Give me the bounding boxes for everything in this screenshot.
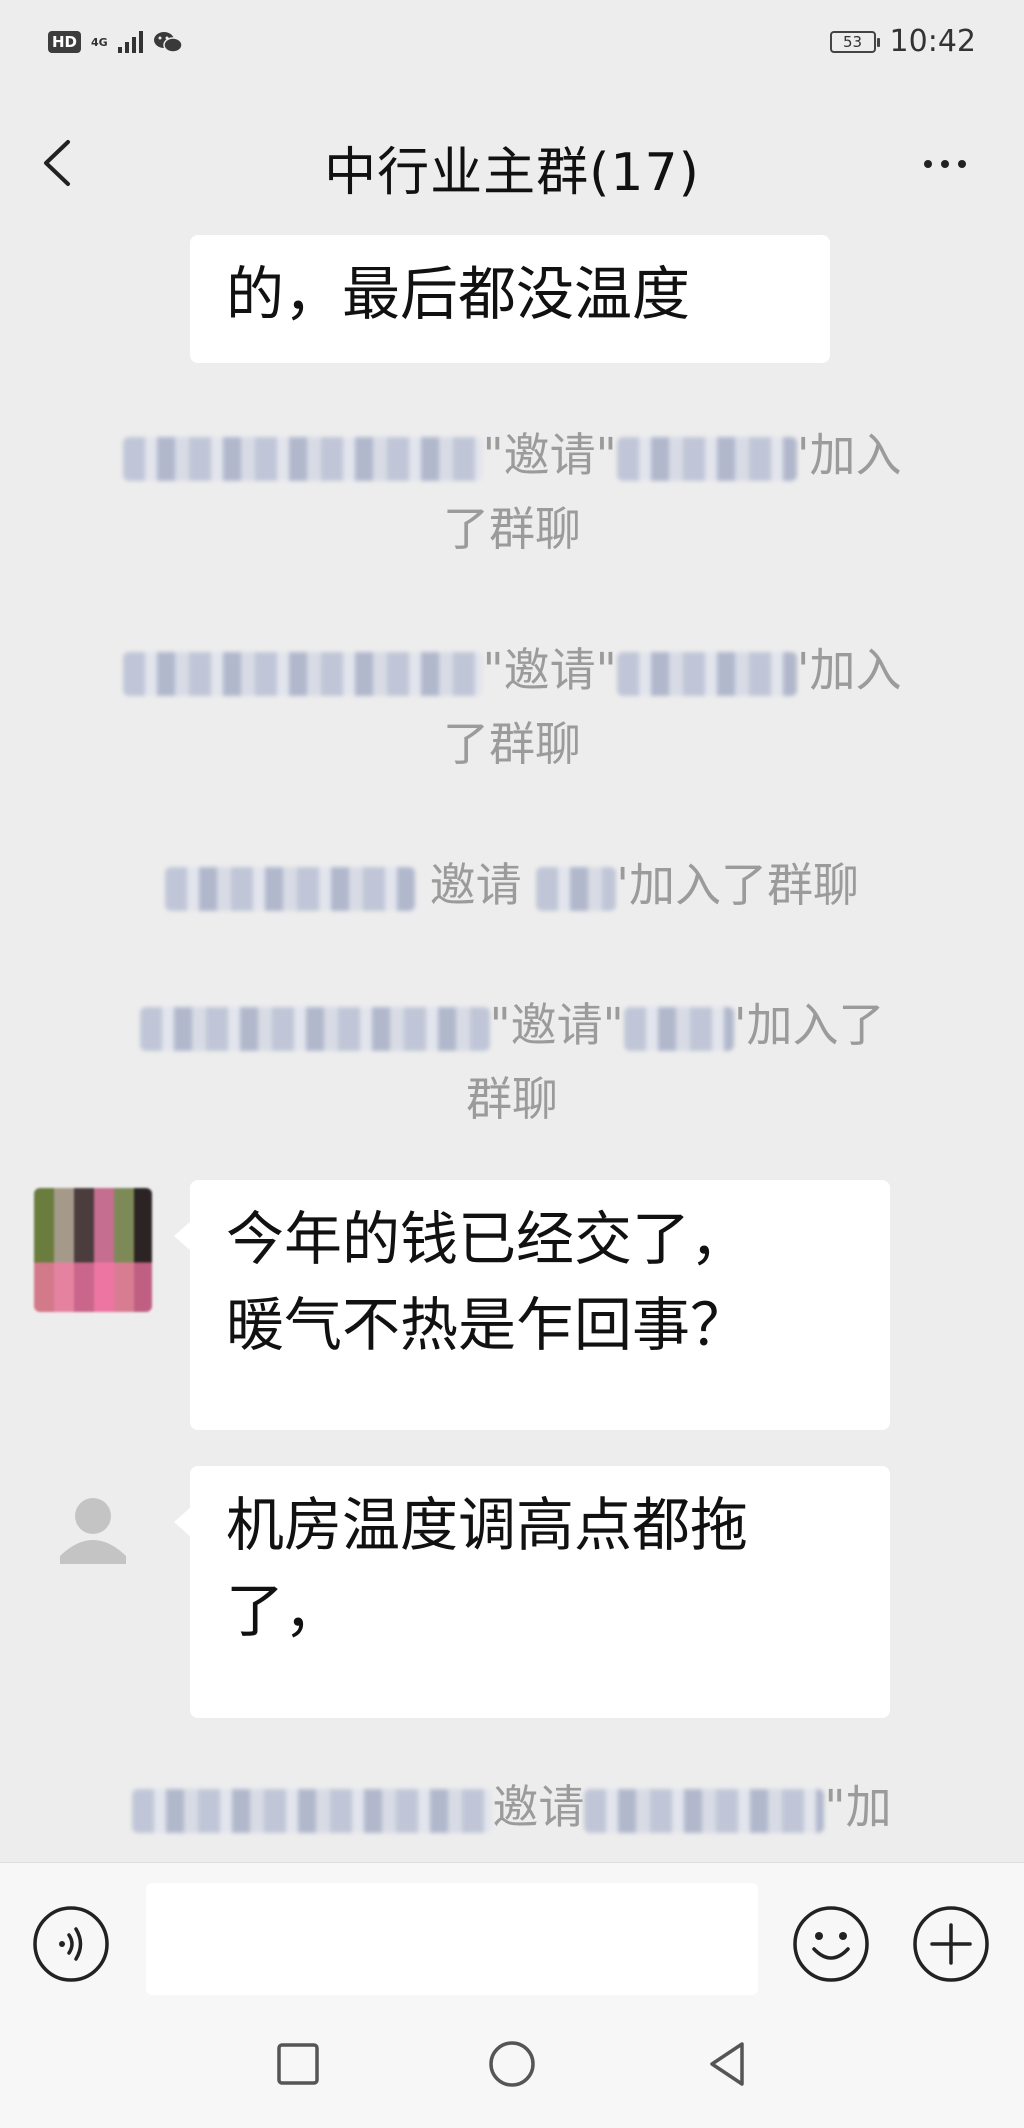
default-user-avatar[interactable] <box>34 1470 152 1594</box>
blurred-name <box>122 436 483 481</box>
status-bar: HD 4G 53 10:42 <box>0 0 1024 90</box>
message-bubble[interactable]: 机房温度调高点都拖 了， <box>174 1466 890 1718</box>
message-bubble[interactable]: 今年的钱已经交了， 暖气不热是乍回事？ <box>174 1180 890 1430</box>
system-message: 邀请 "加 <box>100 1770 924 1844</box>
blurred-name <box>536 866 617 911</box>
chat-title: 中行业主群(17) <box>324 143 700 203</box>
message-bubble[interactable]: 的，最后都没温度 <box>190 235 830 363</box>
system-nav-bar <box>0 2002 1024 2128</box>
system-text: 邀请 <box>429 858 522 912</box>
system-text: '加入 <box>796 428 902 482</box>
blurred-name <box>139 1006 490 1051</box>
message-text: 的，最后都没温度 <box>226 260 691 328</box>
system-message: 邀请 '加入了群聊 <box>100 848 924 922</box>
message-input-bar <box>0 1862 1024 2003</box>
system-text: "邀请" <box>482 428 617 482</box>
system-text: "加 <box>824 1780 892 1834</box>
plus-circle-icon[interactable] <box>912 1905 990 1983</box>
message-input[interactable] <box>146 1883 758 1995</box>
status-right: 53 10:42 <box>829 24 976 59</box>
system-text: 群聊 <box>466 1072 558 1126</box>
user-icon <box>60 1498 126 1564</box>
system-text: "邀请" <box>482 643 617 697</box>
system-text: 了群聊 <box>443 502 581 556</box>
blurred-name <box>122 651 483 696</box>
blurred-name <box>584 1788 825 1833</box>
blurred-name <box>165 866 416 911</box>
signal-icon <box>117 31 143 53</box>
system-text: '加入了 <box>733 998 885 1052</box>
battery-icon: 53 <box>829 30 880 53</box>
voice-icon[interactable] <box>32 1905 110 1983</box>
blurred-name <box>616 651 797 696</box>
emoji-icon[interactable] <box>792 1905 870 1983</box>
system-text: '加入了群聊 <box>616 858 859 912</box>
hd-icon: HD <box>48 31 82 53</box>
message-text: 今年的钱已经交了， <box>226 1205 749 1273</box>
recent-apps-icon[interactable] <box>268 2034 328 2094</box>
blurred-name <box>132 1788 493 1833</box>
more-horizontal-icon[interactable] <box>924 160 966 168</box>
blurred-name <box>616 436 797 481</box>
status-time: 10:42 <box>889 24 976 59</box>
system-message: "邀请" '加入 了群聊 <box>100 633 924 781</box>
status-left: HD 4G <box>48 30 183 54</box>
message-text: 了， <box>226 1577 343 1645</box>
blurred-name <box>623 1006 734 1051</box>
back-triangle-icon[interactable] <box>698 2034 758 2094</box>
home-icon[interactable] <box>482 2034 542 2094</box>
network-type-label: 4G <box>91 35 108 49</box>
system-message: "邀请" '加入了 群聊 <box>100 988 924 1136</box>
system-text: 了群聊 <box>443 717 581 771</box>
message-text: 暖气不热是乍回事？ <box>226 1291 749 1359</box>
system-text: 邀请 <box>492 1780 585 1834</box>
message-text: 机房温度调高点都拖 <box>226 1491 749 1559</box>
chat-header: 中行业主群(17) <box>0 100 1024 230</box>
system-message: "邀请" '加入 了群聊 <box>100 418 924 566</box>
wechat-icon <box>153 30 183 54</box>
system-text: "邀请" <box>489 998 624 1052</box>
user-avatar[interactable] <box>34 1188 152 1312</box>
system-text: '加入 <box>796 643 902 697</box>
